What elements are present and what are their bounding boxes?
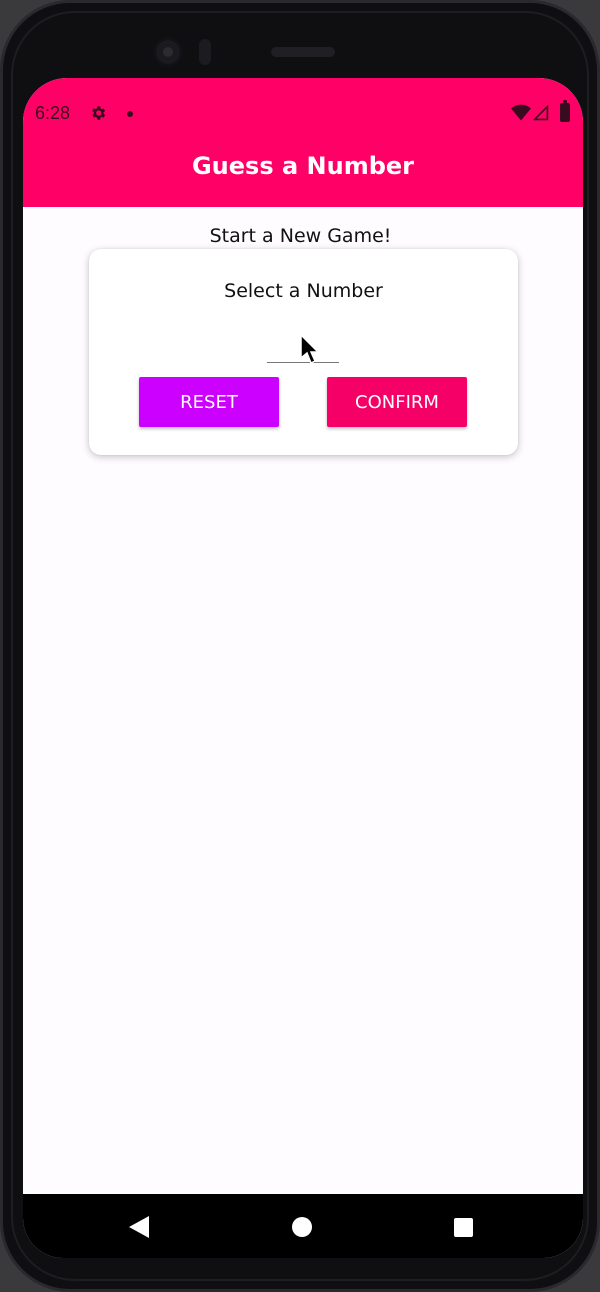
start-game-heading: Start a New Game! (209, 225, 392, 247)
home-icon[interactable] (292, 1217, 312, 1237)
app-bar: 6:28 Guess a Number (23, 78, 583, 207)
recent-apps-icon[interactable] (454, 1218, 473, 1237)
device-screen: 6:28 Guess a Number Start a New Game! Se… (23, 78, 583, 1258)
mouse-cursor-icon (300, 334, 320, 365)
proximity-sensor (199, 39, 211, 65)
signal-icon (533, 104, 549, 121)
confirm-button[interactable]: CONFIRM (327, 377, 467, 427)
phone-frame: 6:28 Guess a Number Start a New Game! Se… (0, 0, 600, 1292)
front-camera (153, 37, 183, 67)
back-icon[interactable] (129, 1216, 151, 1238)
earpiece-speaker (271, 47, 335, 57)
status-time: 6:28 (35, 103, 71, 123)
battery-icon (560, 100, 570, 122)
wifi-icon (511, 104, 531, 121)
card-title: Select a Number (224, 280, 383, 302)
stage: 6:28 Guess a Number Start a New Game! Se… (0, 0, 600, 1292)
app-title: Guess a Number (191, 152, 414, 180)
notification-dot-icon (127, 111, 133, 117)
navigation-bar (23, 1194, 583, 1258)
gear-icon (92, 106, 106, 120)
reset-button[interactable]: RESET (139, 377, 279, 427)
